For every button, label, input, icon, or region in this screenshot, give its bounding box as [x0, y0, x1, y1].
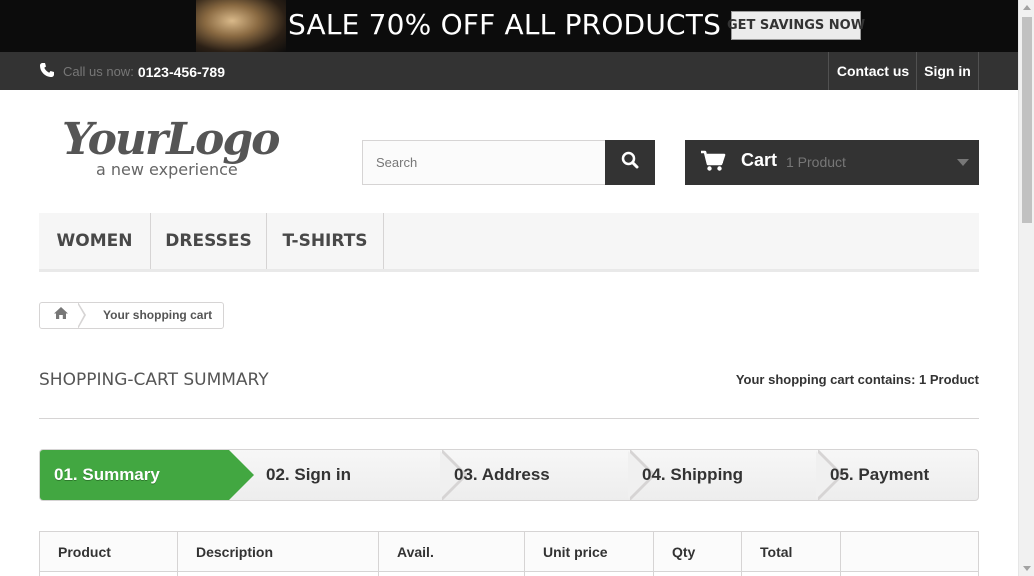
cart-table: Product Description Avail. Unit price Qt…: [39, 531, 979, 576]
banner-model-image: [196, 0, 286, 52]
step-arrow-active: [228, 450, 254, 500]
checkout-steps: 01. Summary 02. Sign in 03. Address 04. …: [39, 449, 979, 501]
column-header-actions: [841, 532, 978, 571]
cart-summary-count: Your shopping cart contains: 1 Product: [735, 372, 979, 387]
table-row-cell: [525, 572, 654, 576]
caret-down-icon: [957, 159, 969, 166]
table-row-cell: [178, 572, 379, 576]
menu-item-tshirts[interactable]: T-SHIRTS: [267, 213, 384, 269]
menu-item-dresses[interactable]: DRESSES: [151, 213, 267, 269]
shopping-cart-icon: [700, 150, 726, 177]
column-header-unit-price: Unit price: [525, 532, 654, 571]
search-box: [362, 140, 655, 185]
table-row-cell: [40, 572, 178, 576]
column-header-description: Description: [178, 532, 379, 571]
call-label: Call us now:: [63, 64, 134, 79]
step-summary[interactable]: 01. Summary: [40, 450, 228, 500]
search-icon: [621, 151, 639, 174]
store-logo[interactable]: YourLogo a new experience: [60, 112, 300, 182]
vertical-scrollbar[interactable]: [1018, 0, 1034, 576]
column-header-availability: Avail.: [379, 532, 525, 571]
table-row-cell: [654, 572, 742, 576]
column-header-qty: Qty: [654, 532, 742, 571]
cart-label: Cart: [741, 150, 778, 170]
home-icon: [53, 306, 69, 325]
breadcrumb-separator-inner: [77, 303, 84, 328]
logo-tagline: a new experience: [96, 160, 238, 179]
scrollbar-thumb[interactable]: [1022, 17, 1032, 223]
scroll-down-arrow-icon[interactable]: [1023, 566, 1031, 571]
logo-main-text: YourLogo: [62, 114, 279, 165]
breadcrumb-home[interactable]: [40, 303, 81, 328]
call-us: Call us now: 0123-456-789: [39, 62, 225, 81]
sign-in-link[interactable]: Sign in: [916, 52, 979, 90]
step-payment[interactable]: 05. Payment: [830, 450, 929, 500]
top-nav-bar: Call us now: 0123-456-789 Contact us Sig…: [0, 52, 1018, 90]
column-header-product: Product: [40, 532, 178, 571]
phone-number: 0123-456-789: [137, 63, 225, 80]
breadcrumb: Your shopping cart: [39, 302, 224, 329]
search-input[interactable]: [363, 141, 606, 184]
menu-item-women[interactable]: WOMEN: [39, 213, 151, 269]
page-title: SHOPPING-CART SUMMARY: [39, 370, 269, 390]
phone-icon: [39, 62, 63, 81]
cart-button[interactable]: Cart 1 Product: [685, 140, 979, 185]
cart-quantity: 1 Product: [786, 154, 846, 170]
main-menu: WOMEN DRESSES T-SHIRTS: [39, 213, 979, 272]
table-row-cell: [379, 572, 525, 576]
promo-banner[interactable]: SALE 70% OFF ALL PRODUCTS GET SAVINGS NO…: [0, 0, 1018, 52]
search-button[interactable]: [605, 140, 655, 185]
banner-headline: SALE 70% OFF ALL PRODUCTS: [288, 8, 722, 41]
step-sign-in[interactable]: 02. Sign in: [266, 450, 351, 500]
get-savings-button[interactable]: GET SAVINGS NOW: [727, 11, 865, 40]
table-row-cell: [742, 572, 841, 576]
scroll-up-arrow-icon[interactable]: [1023, 5, 1031, 10]
column-header-total: Total: [742, 532, 841, 571]
step-shipping[interactable]: 04. Shipping: [642, 450, 743, 500]
breadcrumb-current: Your shopping cart: [103, 308, 213, 322]
step-address[interactable]: 03. Address: [454, 450, 550, 500]
contact-us-link[interactable]: Contact us: [828, 52, 917, 90]
table-row-cell: [841, 572, 978, 576]
heading-divider: [39, 418, 979, 419]
